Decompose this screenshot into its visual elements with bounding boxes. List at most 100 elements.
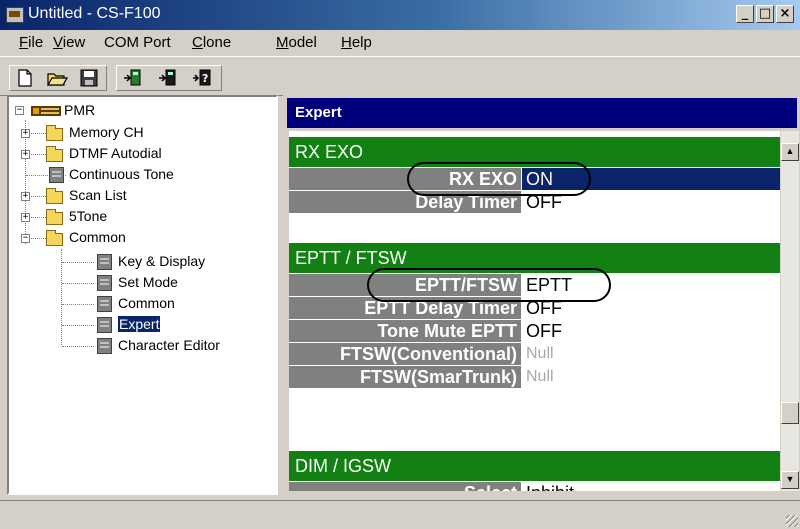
expand-icon[interactable]: +	[21, 150, 30, 159]
setting-label-select: Select	[289, 482, 521, 491]
setting-label-ftsw-smartrunk: FTSW(SmarTrunk)	[289, 366, 521, 388]
tree-label: Scan List	[69, 187, 127, 203]
settings-panel: Expert RX EXO RX EXO ON Delay Timer OFF …	[283, 95, 800, 495]
svg-text:?: ?	[202, 72, 208, 85]
folder-open-icon	[46, 230, 63, 246]
tree-connector	[62, 262, 94, 263]
panel-title: Expert	[295, 104, 342, 121]
section-header-dim-igsw: DIM / IGSW	[289, 451, 780, 481]
tree-label: Common	[69, 229, 126, 245]
minimize-button[interactable]: _	[736, 5, 754, 23]
save-icon[interactable]	[78, 68, 100, 88]
tree-connector	[62, 283, 94, 284]
scroll-thumb[interactable]	[781, 402, 799, 424]
document-icon	[97, 338, 112, 354]
section-header-eptt-ftsw: EPTT / FTSW	[289, 243, 780, 273]
tree-connector	[62, 325, 94, 326]
menu-file[interactable]: File	[19, 34, 43, 51]
tree-label: Common	[118, 295, 175, 311]
setting-value-select[interactable]: Inhibit	[522, 482, 780, 491]
panel-header: Expert	[287, 98, 797, 128]
setting-label-rx-exo: RX EXO	[289, 168, 521, 190]
tree-connector	[62, 304, 94, 305]
menu-clone[interactable]: Clone	[192, 34, 231, 51]
tree-item-memory-ch[interactable]: + Memory CH	[9, 123, 259, 143]
tree-item-key-display[interactable]: Key & Display	[9, 252, 269, 272]
status-bar	[0, 500, 800, 529]
tree-label: PMR	[64, 102, 96, 118]
tree-item-5tone[interactable]: + 5Tone	[9, 207, 259, 227]
folder-icon	[46, 188, 63, 204]
tree-item-expert[interactable]: Expert	[9, 315, 269, 335]
setting-value-eptt-delay-timer[interactable]: OFF	[522, 297, 780, 319]
tree-label: Character Editor	[118, 337, 220, 353]
setting-label-delay-timer: Delay Timer	[289, 191, 521, 213]
tree-item-common[interactable]: Common	[9, 294, 269, 314]
tree-label: Set Mode	[118, 274, 178, 290]
expand-icon[interactable]: +	[21, 129, 30, 138]
document-icon	[97, 275, 112, 291]
setting-value-eptt-ftsw[interactable]: EPTT	[522, 274, 780, 296]
close-button[interactable]: ×	[776, 5, 794, 23]
maximize-button[interactable]: □	[756, 5, 774, 23]
setting-value-tone-mute-eptt[interactable]: OFF	[522, 320, 780, 342]
open-folder-icon[interactable]	[46, 68, 68, 88]
setting-value-ftsw-conventional: Null	[522, 343, 780, 365]
setting-value-rx-exo[interactable]: ON	[522, 168, 780, 190]
tree-item-common-folder[interactable]: − Common	[9, 228, 259, 248]
menu-help[interactable]: Help	[341, 34, 372, 51]
folder-icon	[46, 125, 63, 141]
settings-grid: RX EXO RX EXO ON Delay Timer OFF EPTT / …	[289, 131, 780, 491]
tree-item-character-editor[interactable]: Character Editor	[9, 336, 269, 356]
vertical-scrollbar[interactable]: ▲ ▼	[781, 131, 799, 491]
tree-item-dtmf-autodial[interactable]: + DTMF Autodial	[9, 144, 259, 164]
radio-model-icon	[31, 106, 61, 116]
document-icon	[49, 167, 64, 183]
tree-item-continuous-tone[interactable]: Continuous Tone	[9, 165, 259, 185]
help-cursor-icon[interactable]: ?	[191, 68, 213, 88]
expand-icon[interactable]: +	[21, 192, 30, 201]
tree-label: Memory CH	[69, 124, 144, 140]
setting-label-eptt-ftsw: EPTT/FTSW	[289, 274, 521, 296]
tree-item-scan-list[interactable]: + Scan List	[9, 186, 259, 206]
scroll-up-button[interactable]: ▲	[781, 143, 799, 161]
tree-label: Continuous Tone	[69, 166, 174, 182]
document-icon	[97, 296, 112, 312]
scroll-down-button[interactable]: ▼	[781, 471, 799, 489]
tree-root-pmr[interactable]: − PMR	[9, 101, 209, 121]
tree-connector	[62, 346, 94, 347]
section-title: RX EXO	[295, 142, 364, 162]
tree-label: 5Tone	[69, 208, 108, 224]
expand-icon[interactable]: +	[21, 213, 30, 222]
tree-label: Key & Display	[118, 253, 206, 269]
window-title: Untitled - CS-F100	[28, 5, 161, 22]
new-file-icon[interactable]	[14, 68, 36, 88]
setting-label-ftsw-conventional: FTSW(Conventional)	[289, 343, 521, 365]
menu-view[interactable]: View	[53, 34, 85, 51]
tree-label: Expert	[118, 316, 161, 332]
folder-icon	[46, 146, 63, 162]
menu-com-port[interactable]: COM Port	[104, 34, 171, 51]
clone-toolbar-group: ?	[116, 65, 222, 91]
resize-grip-icon[interactable]	[786, 515, 798, 527]
menu-model[interactable]: Model	[276, 34, 317, 51]
folder-icon	[46, 209, 63, 225]
setting-label-tone-mute-eptt: Tone Mute EPTT	[289, 320, 521, 342]
document-icon	[97, 254, 112, 270]
tree-view[interactable]: − PMR + Memory CH + DTMF Autodial Contin…	[7, 95, 278, 495]
write-to-radio-icon[interactable]	[157, 68, 179, 88]
section-title: EPTT / FTSW	[295, 248, 407, 268]
document-icon	[97, 317, 112, 333]
collapse-icon[interactable]: −	[21, 234, 30, 243]
read-from-radio-icon[interactable]	[122, 68, 144, 88]
toolbar: ?	[0, 56, 800, 96]
section-title: DIM / IGSW	[295, 456, 391, 476]
menu-bar: File View COM Port Clone Model Help	[0, 30, 800, 56]
setting-label-eptt-delay-timer: EPTT Delay Timer	[289, 297, 521, 319]
app-icon	[6, 7, 24, 23]
collapse-icon[interactable]: −	[15, 106, 24, 115]
file-toolbar-group	[9, 65, 107, 91]
tree-label: DTMF Autodial	[69, 145, 162, 161]
tree-item-set-mode[interactable]: Set Mode	[9, 273, 269, 293]
setting-value-delay-timer[interactable]: OFF	[522, 191, 780, 213]
